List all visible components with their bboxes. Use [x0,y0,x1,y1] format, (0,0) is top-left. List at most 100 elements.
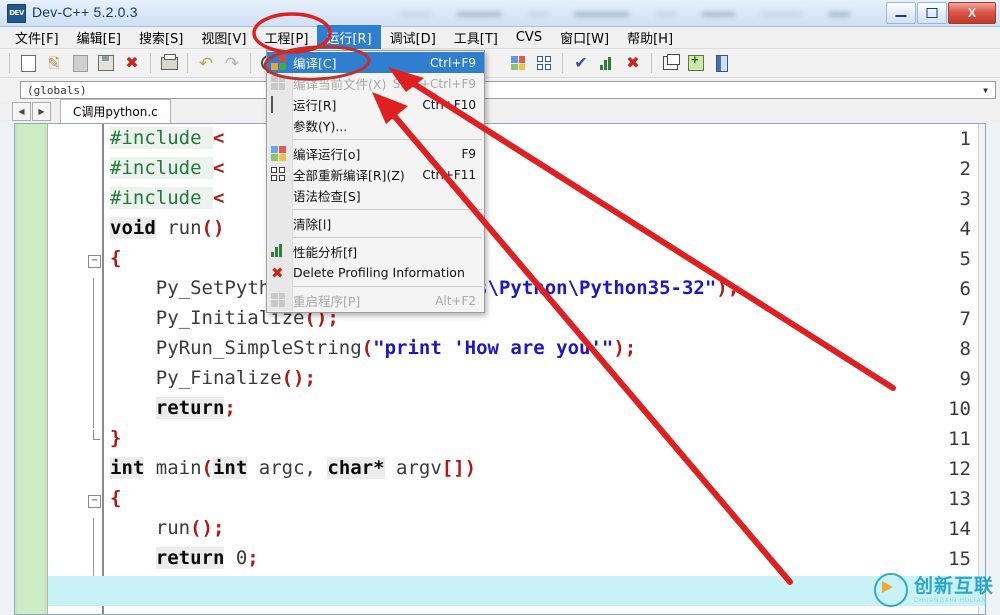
code-token: argc, [247,457,328,479]
menu-window[interactable]: 窗口[W] [551,25,618,50]
menu-item-shortcut: Ctrl+F11 [422,167,476,182]
code-line[interactable]: PyRun_SimpleString("print 'How are you'"… [110,333,637,363]
compile-run-icon[interactable] [506,52,530,75]
chevron-down-icon[interactable]: ▼ [978,83,993,98]
menu-item-rebuild-all[interactable]: 全部重新编译[R](Z) Ctrl+F11 [267,164,484,185]
menu-search[interactable]: 搜索[S] [130,25,192,50]
menu-project[interactable]: 工程[P] [255,25,317,50]
clean-icon [271,216,287,232]
menu-item-shortcut: F9 [461,146,476,161]
code-line[interactable]: } [110,423,121,453]
line-number: 5 [959,248,971,270]
line-number: 9 [959,368,971,390]
code-line[interactable]: return; [110,393,236,423]
menu-help[interactable]: 帮助[H] [618,25,682,50]
rebuild-all-icon[interactable] [532,52,556,75]
menu-item-syntax-check[interactable]: 语法检查[S] [267,185,484,206]
delete-profiling-icon[interactable]: ✖ [621,52,645,75]
menu-file[interactable]: 文件[F] [6,25,68,50]
code-token: PyRun_SimpleString [110,337,362,359]
menu-item-compile-run[interactable]: 编译运行[o] F9 [267,143,484,164]
code-token: (); [190,517,225,539]
code-area[interactable]: 1 #include <2 #include <3 #include <4 void r… [48,124,985,614]
code-line[interactable]: { [110,483,121,513]
toolbar: 🗋 ✎ ✖ ↶ ↷ ✔ ✖ [0,49,1000,78]
fold-toggle-icon[interactable]: − [88,495,101,508]
left-side-panel [15,124,48,614]
code-token: []) [441,457,477,479]
print-icon[interactable] [157,52,181,75]
editor-right-edge [978,124,985,614]
menu-item-compile[interactable]: 编译[C] Ctrl+F9 [267,52,484,73]
code-token: #include [110,157,213,179]
fold-toggle-icon[interactable]: − [88,255,101,268]
code-line[interactable]: return 0; [110,543,259,573]
line-number: 8 [959,338,971,360]
menu-item-clean[interactable]: 清除[l] [267,213,484,234]
line-number: 12 [948,458,971,480]
open-file-icon[interactable]: 🗋 ✎ [42,52,66,75]
code-token: ) [716,277,728,299]
code-token: < [212,127,225,149]
code-token: int [110,457,145,479]
fold-guide-line [93,338,94,368]
menu-separator [293,139,482,140]
menu-debug[interactable]: 调试[D] [381,25,445,50]
syntax-check-icon[interactable]: ✔ [569,52,593,75]
tab-c-call-python[interactable]: C调用python.c [60,99,171,123]
code-line[interactable]: run(); [110,513,225,543]
code-token: ; [624,337,637,359]
code-token: void [110,217,156,239]
line-number: 11 [948,428,971,450]
code-line[interactable]: void run() [110,213,224,243]
menu-item-restart-program: 重启程序[P] Alt+F2 [267,290,484,311]
menu-item-profiling[interactable]: 性能分析[f] [267,241,484,262]
menu-item-run[interactable]: 运行[R] Ctrl+F10 [267,94,484,115]
menu-cvs[interactable]: CVS [507,27,551,48]
menu-run[interactable]: 运行[R] [317,25,381,50]
code-line[interactable]: #include < [110,153,224,183]
profiling-icon[interactable] [595,52,619,75]
tab-prev-button[interactable]: ◀ [12,102,31,121]
delete-profiling-icon: ✖ [271,263,284,282]
save-all-icon[interactable] [94,52,118,75]
code-line[interactable]: #include < [110,124,225,153]
code-token: #include [110,127,213,149]
code-line[interactable]: Py_Finalize(); [110,363,316,393]
code-line[interactable]: #include < [110,183,224,213]
tab-next-button[interactable]: ▶ [32,102,51,121]
globals-combobox[interactable]: (globals) ▼ [20,81,996,99]
profiling-icon [271,243,287,260]
close-file-icon[interactable]: ✖ [120,52,144,75]
tab-strip: ◀ ▶ C调用python.c [0,99,1000,123]
save-file-icon[interactable] [68,52,92,75]
menu-item-label: 全部重新编译[R](Z) [293,168,405,183]
close-button[interactable]: X [948,2,996,24]
syntax-check-icon [271,188,287,204]
code-token: return [155,547,225,569]
menu-view[interactable]: 视图[V] [192,25,255,50]
new-file-icon[interactable] [16,52,40,75]
menu-tools[interactable]: 工具[T] [445,25,507,50]
redo-icon[interactable]: ↷ [220,52,244,75]
maximize-button[interactable] [917,2,947,24]
line-number: 15 [948,548,971,570]
parameters-icon [271,118,287,134]
toggle-window-icon[interactable] [658,52,682,75]
menu-separator [293,286,482,287]
fold-end-icon [93,430,100,440]
minimize-button[interactable] [886,2,916,24]
fold-guide-line [93,548,94,578]
run-dropdown-menu[interactable]: 编译[C] Ctrl+F9 编译当前文件(X) Shift+Ctrl+F9 运行[R] C… [266,50,485,313]
menu-item-delete-profiling[interactable]: ✖ Delete Profiling Information [267,262,484,283]
code-token: #include [110,187,213,209]
code-editor[interactable]: 1 #include <2 #include <3 #include <4 void r… [14,123,986,615]
fold-guide-line [93,278,94,308]
menu-item-parameters[interactable]: 参数(Y)... [267,115,484,136]
menu-edit[interactable]: 编辑[E] [68,25,130,50]
code-line[interactable]: int main(int argc, char* argv[]) [110,453,476,483]
add-to-project-icon[interactable] [684,52,708,75]
code-line[interactable]: { [110,243,121,273]
undo-icon[interactable]: ↶ [194,52,218,75]
help-icon[interactable] [710,52,734,75]
